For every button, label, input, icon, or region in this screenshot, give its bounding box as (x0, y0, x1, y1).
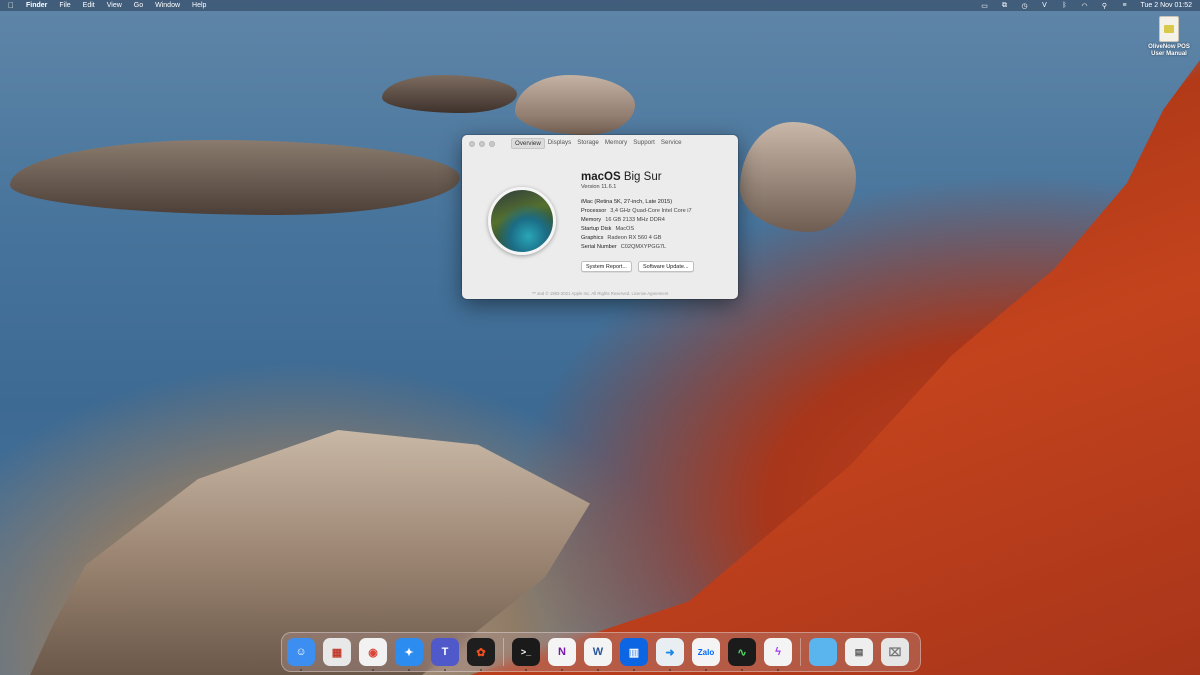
messenger-icon[interactable]: ϟ (764, 638, 792, 671)
system-info: macOS Big Sur Version 11.6.1 iMac (Retin… (581, 171, 731, 272)
mac-model: iMac (Retina 5K, 27-inch, Late 2015) (581, 199, 673, 205)
tab-memory[interactable]: Memory (602, 138, 630, 149)
display-icon[interactable]: ⧉ (1001, 2, 1009, 9)
spec-graphics: Graphics Radeon RX 560 4 GB (581, 235, 662, 241)
menu-clock[interactable]: Tue 2 Nov 01:52 (1141, 2, 1193, 9)
menu-go[interactable]: Go (134, 2, 143, 9)
trello-icon[interactable]: ▥ (620, 638, 648, 671)
desktop-file-label: OliveNow POS User Manual (1148, 44, 1190, 57)
zoom-button[interactable] (489, 141, 495, 147)
about-this-mac-window: Overview Displays Storage Memory Support… (462, 135, 738, 299)
wifi-icon[interactable]: ◠ (1081, 2, 1089, 10)
remote-desktop-icon[interactable]: ➜ (656, 638, 684, 671)
bluetooth-icon[interactable]: ᛒ (1061, 2, 1069, 9)
menu-file[interactable]: File (59, 2, 70, 9)
password-icon[interactable]: V (1041, 2, 1049, 9)
rock-behind-window (515, 75, 635, 135)
dock: ☺ ▦ ◉ ✦ T ✿ >_ N W ▥ ➜ Zalo ∿ ϟ ▤ ⌧ (281, 632, 921, 672)
os-version: Version 11.6.1 (581, 184, 617, 190)
dock-separator (503, 638, 504, 666)
tab-displays[interactable]: Displays (545, 138, 574, 149)
menu-app-name[interactable]: Finder (26, 2, 47, 9)
close-button[interactable] (469, 141, 475, 147)
tab-support[interactable]: Support (630, 138, 658, 149)
teams-icon[interactable]: T (431, 638, 459, 671)
folder-icon[interactable] (809, 638, 837, 666)
spec-memory: Memory 16 GB 2133 MHz DDR4 (581, 217, 665, 223)
trash-icon[interactable]: ⌧ (881, 638, 909, 666)
os-name: macOS Big Sur (581, 171, 662, 183)
software-update-button[interactable]: Software Update... (637, 261, 694, 272)
rock-left-cluster (10, 140, 460, 215)
system-report-button[interactable]: System Report... (581, 261, 632, 272)
chrome-icon[interactable]: ◉ (359, 638, 387, 671)
history-icon[interactable]: ◷ (1021, 2, 1029, 10)
menu-bar:  Finder File Edit View Go Window Help ▭… (0, 0, 1200, 11)
rock-top-center (382, 75, 517, 113)
menu-help[interactable]: Help (192, 2, 206, 9)
apple-menu-icon[interactable]:  (8, 1, 14, 10)
copyright-footer: ™ and © 1983-2021 Apple Inc. All Rights … (531, 291, 669, 296)
control-center-icon[interactable]: ≡ (1121, 2, 1129, 9)
tab-service[interactable]: Service (658, 138, 685, 149)
tab-bar: Overview Displays Storage Memory Support… (511, 138, 685, 149)
tab-overview[interactable]: Overview (511, 138, 545, 149)
minimize-button[interactable] (479, 141, 485, 147)
terminal-icon[interactable]: >_ (512, 638, 540, 671)
tab-storage[interactable]: Storage (574, 138, 602, 149)
launchpad-icon[interactable]: ▦ (323, 638, 351, 666)
search-icon[interactable]: ⚲ (1101, 2, 1109, 10)
desktop-file-olivenow-manual[interactable]: OliveNow POS User Manual (1146, 16, 1192, 58)
spec-serial-number[interactable]: Serial Number C02QMXYPGG7L (581, 243, 731, 252)
document-icon (1159, 16, 1179, 42)
rock-right-stack (740, 122, 856, 232)
menu-edit[interactable]: Edit (83, 2, 95, 9)
dock-separator (800, 638, 801, 666)
safari-icon[interactable]: ✦ (395, 638, 423, 671)
spec-startup-disk: Startup Disk MacOS (581, 226, 635, 232)
window-titlebar[interactable]: Overview Displays Storage Memory Support… (462, 135, 738, 153)
finder-icon[interactable]: ☺ (287, 638, 315, 671)
activity-monitor-icon[interactable]: ∿ (728, 638, 756, 671)
menu-view[interactable]: View (107, 2, 122, 9)
zalo-icon[interactable]: Zalo (692, 638, 720, 671)
menu-window[interactable]: Window (155, 2, 180, 9)
document-stack-icon[interactable]: ▤ (845, 638, 873, 666)
big-sur-logo-icon (488, 187, 556, 255)
spec-processor: Processor 3,4 GHz Quad-Core Intel Core i7 (581, 208, 692, 214)
onenote-icon[interactable]: N (548, 638, 576, 671)
figma-icon[interactable]: ✿ (467, 638, 495, 671)
cast-icon[interactable]: ▭ (981, 2, 989, 10)
word-icon[interactable]: W (584, 638, 612, 671)
